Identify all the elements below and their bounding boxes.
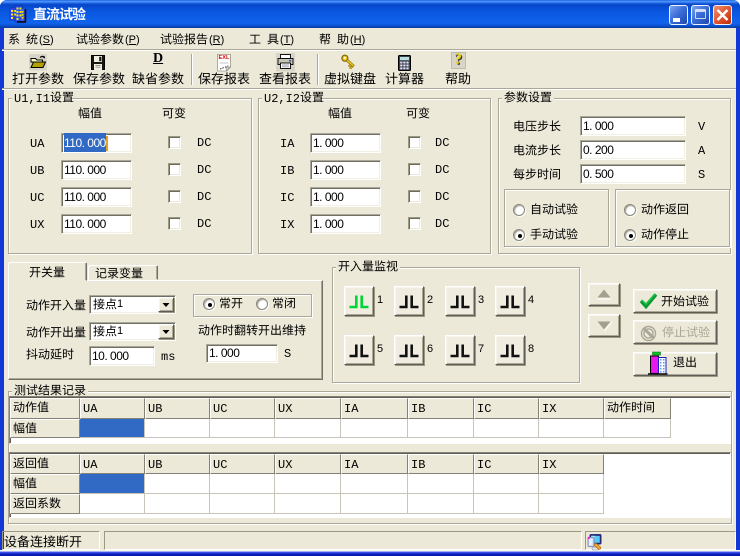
svg-text:EXL: EXL bbox=[219, 55, 230, 61]
